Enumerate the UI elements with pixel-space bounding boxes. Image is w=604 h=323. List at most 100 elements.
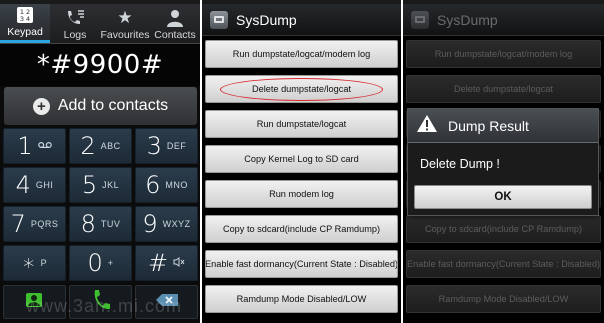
button-label: Run dumpstate/logcat/modem log [232, 49, 371, 59]
sysdump-button-list: Run dumpstate/logcat/modem log Delete du… [205, 40, 398, 320]
highlight-ellipse [220, 78, 383, 101]
key-letters: P [40, 258, 48, 268]
key-hash[interactable]: # [135, 245, 198, 281]
add-icon: + [32, 97, 50, 115]
phone-icon [91, 289, 111, 316]
dialer-tab-bar: 1 23 4 Keypad Logs ★ Favourites Contacts [0, 4, 200, 44]
key-digit: 4 [15, 171, 31, 199]
key-7[interactable]: 7 PQRS [3, 206, 66, 242]
key-letters: PQRS [30, 219, 59, 229]
key-digit: # [147, 249, 169, 277]
button-label: Copy to sdcard(include CP Ramdump) [424, 224, 583, 234]
key-letters: MNO [165, 180, 188, 190]
tab-favourites[interactable]: ★ Favourites [100, 4, 150, 43]
sysdump-screen: SysDump Run dumpstate/logcat/modem log D… [202, 0, 401, 323]
backspace-icon [155, 293, 179, 312]
tab-keypad-label: Keypad [7, 26, 43, 38]
keypad-icon: 1 23 4 [17, 4, 33, 26]
key-4[interactable]: 4 GHI [3, 167, 66, 203]
copy-to-sdcard-button: Copy to sdcard(include CP Ramdump) [406, 215, 601, 243]
warning-icon [416, 114, 438, 138]
dialog-title: Dump Result [448, 117, 529, 134]
dialer-screen: 1 23 4 Keypad Logs ★ Favourites Contacts… [0, 0, 200, 323]
key-letters: JKL [102, 180, 120, 190]
key-digit: 5 [81, 171, 98, 199]
app-icon [411, 10, 429, 29]
key-letters: ABC [100, 141, 121, 151]
button-label: Copy Kernel Log to SD card [244, 154, 359, 164]
star-icon: ★ [117, 8, 133, 27]
run-modem-log-button[interactable]: Run modem log [205, 180, 398, 208]
tab-keypad[interactable]: 1 23 4 Keypad [0, 4, 50, 43]
key-2[interactable]: 2 ABC [69, 128, 132, 164]
page-title: SysDump [437, 11, 498, 28]
tab-favourites-label: Favourites [100, 29, 150, 41]
button-label: Enable fast dormancy(Current State : Dis… [205, 259, 398, 269]
dump-result-screen: SysDump Run dumpstate/logcat/modem log D… [403, 0, 604, 323]
voicemail-icon [37, 141, 52, 151]
video-call-button[interactable] [3, 285, 66, 319]
tab-logs-label: Logs [63, 29, 87, 41]
mute-icon [173, 257, 185, 269]
key-letters: TUV [100, 219, 121, 229]
dialed-number[interactable]: *#9900# [0, 44, 200, 86]
page-title: SysDump [236, 11, 297, 28]
svg-text:3 4: 3 4 [20, 15, 30, 23]
key-3[interactable]: 3 DEF [135, 128, 198, 164]
key-digit: 2 [80, 132, 96, 160]
tab-contacts[interactable]: Contacts [150, 4, 200, 43]
dump-result-dialog: Dump Result Delete Dump ! OK [407, 108, 599, 216]
button-label: Run dumpstate/logcat [256, 119, 347, 129]
key-letters: GHI [35, 180, 54, 190]
call-button[interactable] [69, 285, 132, 319]
call-log-icon [65, 7, 85, 29]
ramdump-mode-button: Ramdump Mode Disabled/LOW [406, 285, 601, 313]
key-digit: 9 [142, 210, 158, 238]
delete-dumpstate-logcat-button[interactable]: Delete dumpstate/logcat [205, 75, 398, 103]
key-digit: 6 [145, 171, 161, 199]
fast-dormancy-button: Enable fast dormancy(Current State : Dis… [406, 250, 601, 278]
app-title-bar: SysDump [403, 4, 604, 36]
copy-kernel-log-button[interactable]: Copy Kernel Log to SD card [205, 145, 398, 173]
dial-keypad: 1 2 ABC 3 DEF 4 GHI 5 JKL 6 MNO 7 PQRS 8… [3, 128, 198, 281]
key-letters: + [107, 258, 114, 268]
add-to-contacts-button[interactable]: + Add to contacts [4, 87, 197, 125]
key-digit: 0 [87, 249, 103, 277]
button-label: Delete dumpstate/logcat [453, 84, 554, 94]
key-1[interactable]: 1 [3, 128, 66, 164]
button-label: Enable fast dormancy(Current State : Dis… [406, 259, 601, 269]
key-digit: 1 [17, 132, 33, 160]
tab-logs[interactable]: Logs [50, 4, 100, 43]
key-letters: WXYZ [162, 219, 191, 229]
tab-contacts-label: Contacts [154, 29, 196, 41]
backspace-button[interactable] [135, 285, 198, 319]
run-dumpstate-logcat-modem-button: Run dumpstate/logcat/modem log [406, 40, 601, 68]
key-9[interactable]: 9 WXYZ [135, 206, 198, 242]
run-dumpstate-logcat-modem-button[interactable]: Run dumpstate/logcat/modem log [205, 40, 398, 68]
key-5[interactable]: 5 JKL [69, 167, 132, 203]
key-digit: 7 [10, 210, 26, 238]
ramdump-mode-button[interactable]: Ramdump Mode Disabled/LOW [205, 285, 398, 313]
key-digit: 3 [146, 132, 162, 160]
key-8[interactable]: 8 TUV [69, 206, 132, 242]
fast-dormancy-button[interactable]: Enable fast dormancy(Current State : Dis… [205, 250, 398, 278]
key-digit: 8 [80, 210, 96, 238]
person-icon [166, 7, 184, 29]
app-icon [210, 10, 228, 29]
button-label: Ramdump Mode Disabled/LOW [236, 294, 367, 304]
key-star[interactable]: ∗ P [3, 245, 66, 281]
run-dumpstate-logcat-button[interactable]: Run dumpstate/logcat [205, 110, 398, 138]
copy-to-sdcard-button[interactable]: Copy to sdcard(include CP Ramdump) [205, 215, 398, 243]
button-label: Copy to sdcard(include CP Ramdump) [222, 224, 381, 234]
key-0[interactable]: 0 + [69, 245, 132, 281]
key-6[interactable]: 6 MNO [135, 167, 198, 203]
app-title-bar: SysDump [202, 4, 401, 36]
key-digit: ∗ [21, 250, 36, 276]
delete-dumpstate-logcat-button: Delete dumpstate/logcat [406, 75, 601, 103]
button-label: Run modem log [269, 189, 334, 199]
dialog-message: Delete Dump ! [420, 157, 500, 171]
button-label: Ramdump Mode Disabled/LOW [438, 294, 569, 304]
ok-button[interactable]: OK [414, 185, 592, 209]
video-call-icon [24, 290, 46, 315]
add-to-contacts-label: Add to contacts [57, 97, 169, 114]
